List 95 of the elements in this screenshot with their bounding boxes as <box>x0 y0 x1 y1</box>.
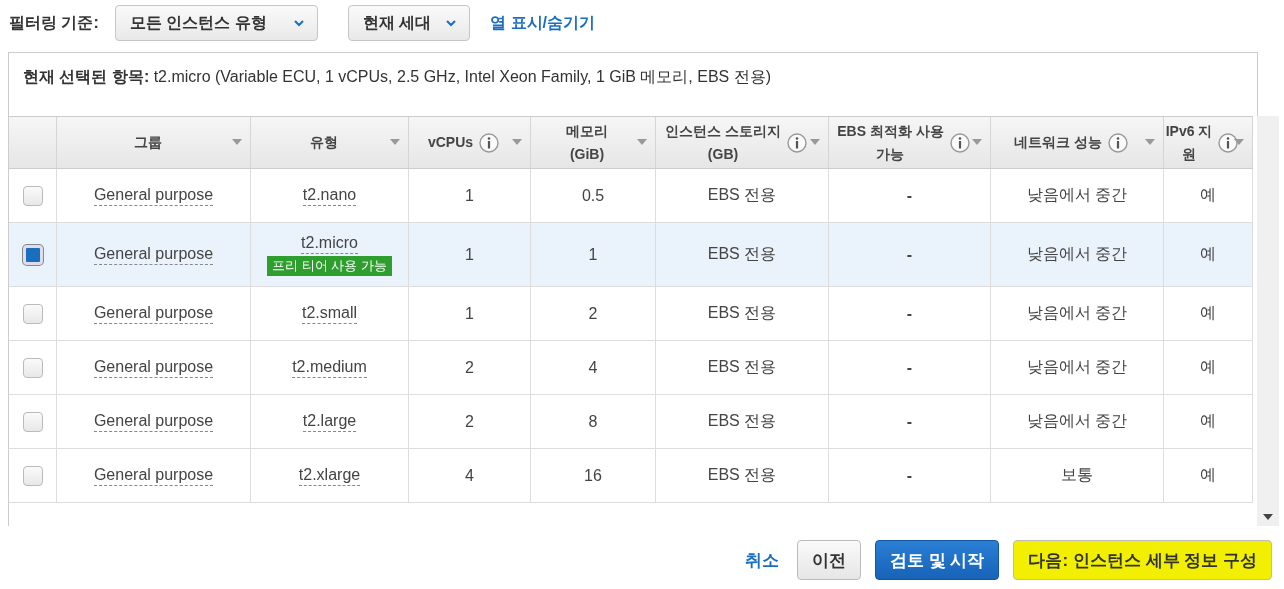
table-cell: 2 <box>588 304 598 323</box>
table-row[interactable]: General purpose t2.xlarge 4 16 EBS 전용 - 보통 예 <box>9 449 1253 503</box>
table-cell: 2 <box>465 412 474 431</box>
sort-caret-icon[interactable] <box>390 139 400 145</box>
group-cell: General purpose <box>93 185 214 206</box>
row-checkbox[interactable] <box>22 465 43 486</box>
scroll-down-icon[interactable] <box>1263 514 1273 520</box>
sort-caret-icon[interactable] <box>972 139 982 145</box>
group-cell: General purpose <box>93 303 214 324</box>
row-checkbox[interactable] <box>22 411 43 432</box>
info-icon[interactable] <box>949 132 970 153</box>
filter-dropdown[interactable]: 모든 인스턴스 유형 <box>114 5 318 41</box>
type-cell: t2.small <box>301 303 358 324</box>
info-icon[interactable] <box>1218 132 1239 153</box>
column-header[interactable]: 유형 <box>251 117 409 168</box>
row-checkbox[interactable] <box>22 244 43 265</box>
sort-caret-icon[interactable] <box>810 139 820 145</box>
table-cell-text: 예 <box>1200 465 1216 485</box>
table-cell: 2 <box>465 358 474 377</box>
sort-caret-icon[interactable] <box>1234 139 1244 145</box>
table-cell: - <box>906 358 913 377</box>
group-cell: General purpose <box>93 465 214 486</box>
type-cell: t2.micro <box>301 233 358 254</box>
table-cell: 4 <box>465 466 474 485</box>
type-cell: t2.medium <box>292 357 367 378</box>
table-cell: 1 <box>465 186 474 205</box>
filter-label: 필터링 기준: <box>9 12 99 33</box>
table-cell-text: EBS 전용 <box>707 303 777 323</box>
table-row[interactable]: General purpose t2.micro 프리 티어 사용 가능 1 1 EBS 전용 - 낮음에서 중간 예 <box>9 223 1253 287</box>
column-header[interactable]: 인스턴스 스토리지 (GB) <box>656 117 829 168</box>
column-header[interactable]: 메모리 (GiB) <box>531 117 656 168</box>
table-row[interactable]: General purpose t2.large 2 8 EBS 전용 - 낮음에서 중간 예 <box>9 395 1253 449</box>
table-cell: - <box>906 186 913 205</box>
table-row[interactable]: General purpose t2.medium 2 4 EBS 전용 - 낮음에서 중간 예 <box>9 341 1253 395</box>
column-header[interactable]: 네트워크 성능 <box>991 117 1164 168</box>
type-cell: t2.xlarge <box>298 465 361 486</box>
table-cell-text: 낮음에서 중간 <box>1026 185 1128 205</box>
column-header[interactable]: IPv6 지 원 <box>1164 117 1253 168</box>
chevron-icon <box>445 19 458 27</box>
table-cell: - <box>906 304 913 323</box>
nav-button[interactable]: 다음: 인스턴스 세부 정보 구성 <box>1013 540 1272 580</box>
table-cell-text: 낮음에서 중간 <box>1026 244 1128 264</box>
table-cell: - <box>906 466 913 485</box>
table-cell: 4 <box>588 358 598 377</box>
table-cell-text: 예 <box>1200 411 1216 431</box>
table-cell-text: 예 <box>1200 357 1216 377</box>
column-header[interactable]: EBS 최적화 사용 가능 <box>829 117 991 168</box>
type-cell: t2.nano <box>302 185 357 206</box>
table-cell-text: 예 <box>1200 303 1216 323</box>
table-cell-text: 예 <box>1200 244 1216 264</box>
table-cell-text: 낮음에서 중간 <box>1026 411 1128 431</box>
type-cell: t2.large <box>302 411 357 432</box>
info-icon[interactable] <box>1107 132 1128 153</box>
group-cell: General purpose <box>93 244 214 265</box>
table-cell: 1 <box>588 245 598 264</box>
free-tier-badge: 프리 티어 사용 가능 <box>267 255 392 276</box>
table-cell-text: 낮음에서 중간 <box>1026 357 1128 377</box>
sort-caret-icon[interactable] <box>637 139 647 145</box>
table-cell: 16 <box>584 466 602 485</box>
table-cell-text: EBS 전용 <box>707 411 777 431</box>
row-checkbox[interactable] <box>22 303 43 324</box>
table-cell-text: EBS 전용 <box>707 244 777 264</box>
table-row[interactable]: General purpose t2.nano 1 0.5 EBS 전용 - 낮음에서 중간 예 <box>9 169 1253 223</box>
group-cell: General purpose <box>93 411 214 432</box>
group-cell: General purpose <box>93 357 214 378</box>
table-cell: - <box>906 245 913 264</box>
column-header[interactable]: 그룹 <box>57 117 251 168</box>
info-icon[interactable] <box>479 132 500 153</box>
sort-caret-icon[interactable] <box>232 139 242 145</box>
sort-caret-icon[interactable] <box>1145 139 1155 145</box>
scrollbar[interactable] <box>1257 116 1279 526</box>
table-cell: 0.5 <box>581 186 605 205</box>
row-checkbox[interactable] <box>22 357 43 378</box>
table-cell: 1 <box>465 245 474 264</box>
table-cell-text: EBS 전용 <box>707 357 777 377</box>
nav-button[interactable]: 이전 <box>797 540 861 580</box>
table-row[interactable]: General purpose t2.small 1 2 EBS 전용 - 낮음에서 중간 예 <box>9 287 1253 341</box>
table-cell-text: EBS 전용 <box>707 465 777 485</box>
table-cell-text: 예 <box>1200 185 1216 205</box>
column-header[interactable]: vCPUs <box>409 117 531 168</box>
selection-text: 현재 선택된 항목: t2.micro (Variable ECU, 1 vCPUs, 2.5 GHz, Intel Xeon Family, 1 GiB 메모리, EBS 전용) <box>23 67 772 87</box>
review-launch-button[interactable]: 검토 및 시작 <box>875 540 1000 580</box>
table-cell: - <box>906 412 913 431</box>
info-icon[interactable] <box>786 132 807 153</box>
filter-dropdown[interactable]: 현재 세대 <box>347 5 471 41</box>
column-toggle-link[interactable]: 열 표시/숨기기 <box>490 12 595 34</box>
row-checkbox[interactable] <box>22 185 43 206</box>
cancel-link[interactable]: 취소 <box>745 548 779 572</box>
sort-caret-icon[interactable] <box>512 139 522 145</box>
table-cell-text: EBS 전용 <box>707 185 777 205</box>
chevron-icon <box>292 19 305 27</box>
table-cell: 8 <box>588 412 598 431</box>
table-cell-text: 낮음에서 중간 <box>1026 303 1128 323</box>
table-cell: 1 <box>465 304 474 323</box>
table-cell-text: 보통 <box>1061 465 1093 485</box>
